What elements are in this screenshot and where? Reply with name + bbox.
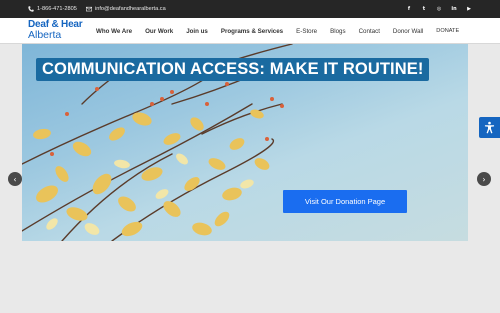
envelope-icon — [86, 6, 92, 12]
phone-number[interactable]: 1-866-471-2805 — [37, 6, 77, 12]
accessibility-button[interactable] — [479, 117, 500, 138]
top-bar: 1-866-471-2805 info@deafandhearalberta.c… — [0, 0, 500, 18]
nav-donate[interactable]: DONATE — [436, 28, 459, 34]
logo-line-2: Alberta — [28, 29, 62, 41]
site-logo[interactable]: Deaf & Hear Alberta — [28, 20, 83, 41]
twitter-icon[interactable]: t — [421, 6, 427, 12]
slider-next-button[interactable]: › — [477, 172, 491, 186]
accessibility-icon — [484, 121, 495, 134]
nav-donor-wall[interactable]: Donor Wall — [393, 28, 423, 35]
phone-icon — [28, 6, 34, 12]
youtube-icon[interactable]: ▶ — [466, 6, 472, 12]
donation-page-button[interactable]: Visit Our Donation Page — [283, 190, 407, 213]
nav-e-store[interactable]: E-Store — [296, 28, 317, 35]
email-contact[interactable]: info@deafandhearalberta.ca — [86, 0, 166, 18]
main-nav: Who We Are Our Work Join us Programs & S… — [96, 18, 459, 44]
chevron-right-icon: › — [482, 174, 486, 184]
nav-join-us[interactable]: Join us — [186, 28, 208, 35]
hero-headline: COMMUNICATION ACCESS: MAKE IT ROUTINE! — [36, 58, 430, 81]
nav-programs-services[interactable]: Programs & Services — [221, 28, 283, 35]
nav-blogs[interactable]: Blogs — [330, 28, 345, 35]
instagram-icon[interactable]: ◎ — [436, 6, 442, 12]
linkedin-icon[interactable]: in — [451, 6, 457, 12]
nav-contact[interactable]: Contact — [359, 28, 380, 35]
email-address[interactable]: info@deafandhearalberta.ca — [95, 6, 166, 12]
chevron-left-icon: ‹ — [13, 174, 17, 184]
social-links: f t ◎ in ▶ — [406, 0, 472, 18]
phone-contact[interactable]: 1-866-471-2805 — [28, 0, 77, 18]
hero-slider: COMMUNICATION ACCESS: MAKE IT ROUTINE! V… — [22, 44, 468, 241]
nav-who-we-are[interactable]: Who We Are — [96, 28, 132, 35]
slider-prev-button[interactable]: ‹ — [8, 172, 22, 186]
site-header: Deaf & Hear Alberta Who We Are Our Work … — [0, 18, 500, 44]
facebook-icon[interactable]: f — [406, 6, 412, 12]
nav-our-work[interactable]: Our Work — [145, 28, 173, 35]
